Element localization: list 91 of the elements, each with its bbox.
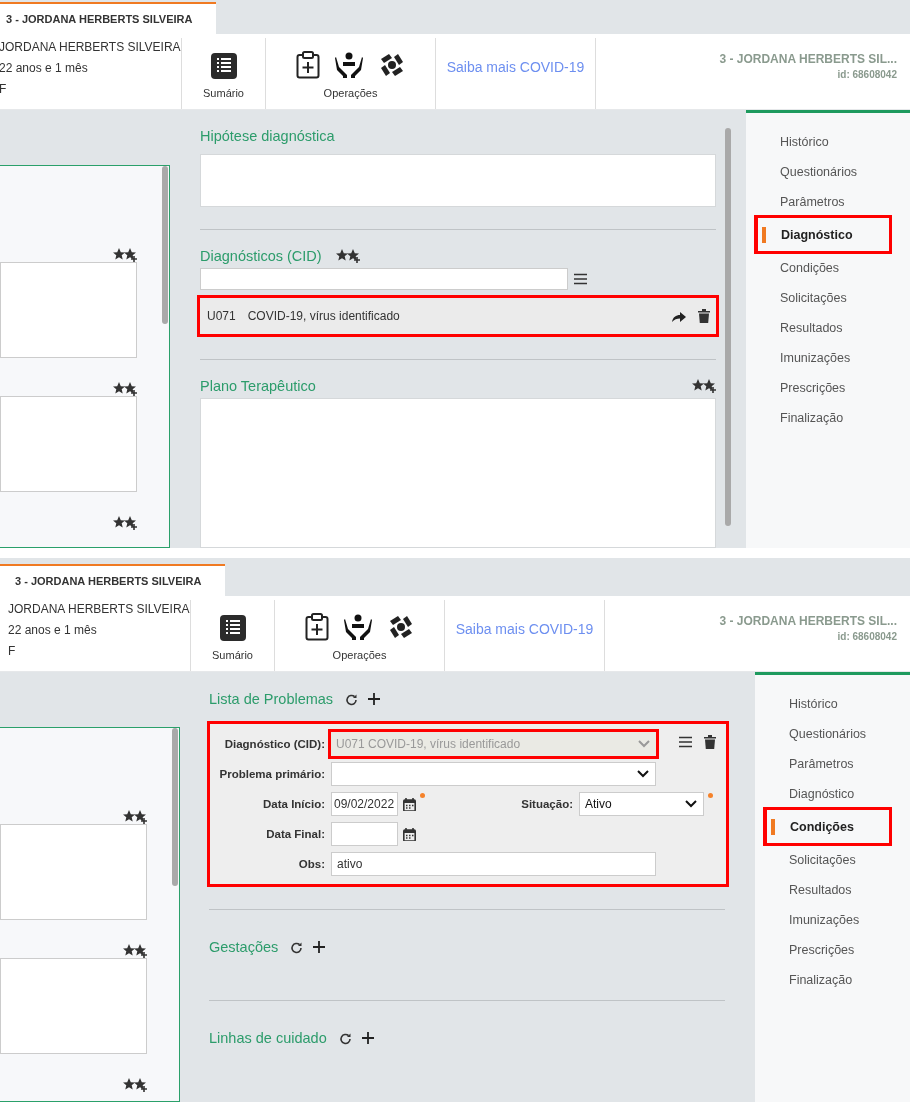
share-icon[interactable] bbox=[672, 310, 686, 323]
list-icon[interactable] bbox=[210, 53, 237, 79]
favorite-stars-icon[interactable] bbox=[113, 382, 137, 396]
field-label: Data Início: bbox=[262, 798, 325, 810]
field-label: Situação: bbox=[520, 798, 573, 810]
scrollbar[interactable] bbox=[172, 728, 178, 886]
nav-item[interactable]: Questionários bbox=[763, 717, 892, 750]
favorite-stars-icon[interactable] bbox=[123, 1078, 147, 1092]
nav-item[interactable]: Resultados bbox=[763, 873, 892, 906]
toolbar-label: Sumário bbox=[203, 87, 244, 99]
trash-icon[interactable] bbox=[704, 735, 716, 749]
calendar-icon[interactable] bbox=[403, 797, 416, 811]
section-title: Hipótese diagnóstica bbox=[200, 128, 335, 145]
patient-tab[interactable]: 3 - JORDANA HERBERTS SILVEIRA bbox=[0, 2, 216, 34]
add-icon[interactable] bbox=[361, 1032, 374, 1044]
clipboard-plus-icon[interactable] bbox=[304, 613, 329, 641]
select-field[interactable]: Ativo bbox=[579, 792, 704, 816]
field-label: Obs: bbox=[297, 858, 325, 870]
scrollbar[interactable] bbox=[725, 128, 731, 526]
section-title: Diagnósticos (CID) bbox=[200, 247, 322, 264]
favorite-stars-icon[interactable] bbox=[123, 944, 147, 958]
trash-icon[interactable] bbox=[698, 309, 710, 324]
add-icon[interactable] bbox=[368, 693, 381, 705]
patient-title: 3 - JORDANA HERBERTS SIL... bbox=[719, 614, 897, 628]
patient-title: 3 - JORDANA HERBERTS SIL... bbox=[719, 52, 897, 66]
chevron-down-icon bbox=[638, 740, 650, 748]
hands-person-icon[interactable] bbox=[333, 51, 364, 79]
favorite-stars-icon[interactable] bbox=[335, 248, 360, 263]
nav-item[interactable]: Prescrições bbox=[763, 933, 892, 966]
date-field[interactable]: 09/02/2022 bbox=[331, 792, 398, 816]
menu-icon[interactable] bbox=[679, 736, 692, 748]
calendar-icon[interactable] bbox=[403, 827, 416, 841]
text-field[interactable]: ativo bbox=[331, 852, 656, 876]
refresh-icon[interactable] bbox=[290, 940, 304, 954]
nav-item[interactable]: Finalização bbox=[754, 401, 892, 434]
select-field: U071 COVID-19, vírus identificado bbox=[328, 729, 659, 759]
nav-item[interactable]: Imunizações bbox=[763, 903, 892, 936]
toolbar-label: Operações bbox=[323, 87, 378, 99]
patient-id: id: 68608042 bbox=[837, 631, 897, 642]
favorite-stars-icon[interactable] bbox=[692, 379, 716, 394]
nav-item[interactable]: Resultados bbox=[754, 311, 892, 344]
favorite-stars-icon[interactable] bbox=[113, 516, 137, 530]
section-title: Linhas de cuidado bbox=[209, 1030, 327, 1046]
select-field[interactable] bbox=[331, 762, 656, 786]
add-icon[interactable] bbox=[313, 941, 326, 953]
nav-item[interactable]: Histórico bbox=[754, 125, 892, 158]
section-title: Plano Terapêutico bbox=[200, 378, 316, 395]
nav-item[interactable]: Solicitações bbox=[754, 281, 892, 314]
favorite-stars-icon[interactable] bbox=[113, 248, 137, 262]
nav-item[interactable]: Condições bbox=[763, 807, 892, 846]
nav-item[interactable]: Finalização bbox=[763, 963, 892, 996]
nav-item[interactable]: Solicitações bbox=[763, 843, 892, 876]
nav-item[interactable]: Diagnóstico bbox=[763, 777, 892, 810]
scrollbar[interactable] bbox=[162, 166, 168, 324]
chevron-down-icon[interactable] bbox=[637, 770, 649, 778]
patient-age: 22 anos e 1 mês bbox=[0, 60, 89, 77]
patient-name: JORDANA HERBERTS SILVEIRA bbox=[8, 601, 190, 618]
nav-item[interactable]: Parâmetros bbox=[754, 185, 892, 218]
favorite-stars-icon[interactable] bbox=[123, 810, 147, 824]
date-field[interactable] bbox=[331, 822, 398, 846]
nav-item[interactable]: Histórico bbox=[763, 687, 892, 720]
patient-id: id: 68608042 bbox=[837, 69, 897, 80]
nav-item[interactable]: Prescrições bbox=[754, 371, 892, 404]
nav-item[interactable]: Imunizações bbox=[754, 341, 892, 374]
nav-item[interactable]: Diagnóstico bbox=[754, 215, 892, 254]
field-label: Data Final: bbox=[265, 828, 325, 840]
patient-sex: F bbox=[0, 81, 8, 98]
diagnosis-row[interactable]: U071 COVID-19, vírus identificado bbox=[197, 295, 719, 337]
patient-age: 22 anos e 1 mês bbox=[8, 622, 98, 639]
nav-item[interactable]: Questionários bbox=[754, 155, 892, 188]
clipboard-plus-icon[interactable] bbox=[295, 51, 320, 79]
section-title: Lista de Problemas bbox=[209, 691, 334, 707]
patient-name: JORDANA HERBERTS SILVEIRA bbox=[0, 39, 181, 56]
diagnosis-code: U071 bbox=[207, 309, 236, 324]
search-field[interactable] bbox=[200, 268, 568, 291]
patient-tab[interactable]: 3 - JORDANA HERBERTS SILVEIRA bbox=[0, 564, 225, 596]
section-title: Gestações bbox=[209, 939, 279, 955]
nav-item[interactable]: Parâmetros bbox=[763, 747, 892, 780]
toolbar-label: Operações bbox=[332, 649, 387, 661]
refresh-icon[interactable] bbox=[345, 692, 359, 706]
refresh-icon[interactable] bbox=[338, 1031, 352, 1045]
hands-person-icon[interactable] bbox=[342, 613, 373, 641]
menu-icon[interactable] bbox=[574, 273, 587, 286]
toolbar-label: Sumário bbox=[212, 649, 253, 661]
nav-item[interactable]: Condições bbox=[754, 251, 892, 284]
diagnosis-description: COVID-19, vírus identificado bbox=[247, 309, 400, 324]
field-label: Problema primário: bbox=[218, 768, 325, 780]
list-icon[interactable] bbox=[219, 615, 246, 641]
patient-sex: F bbox=[8, 643, 17, 660]
chevron-down-icon[interactable] bbox=[685, 800, 697, 808]
field-label: Diagnóstico (CID): bbox=[223, 738, 325, 750]
